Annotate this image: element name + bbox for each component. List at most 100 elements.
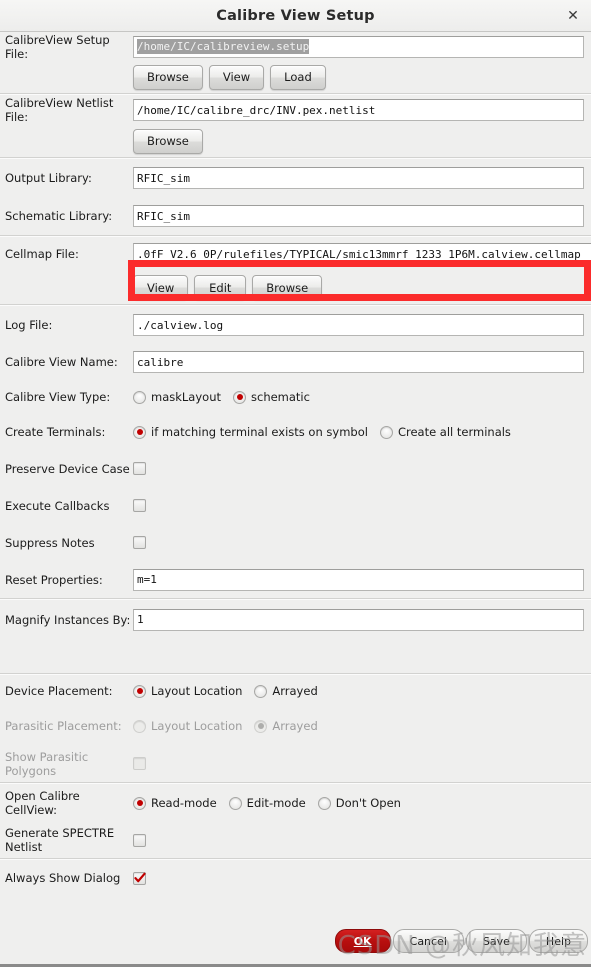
row-magnify-instances: Magnify Instances By: 1: [0, 600, 591, 639]
suppress-notes-checkbox[interactable]: [133, 536, 146, 549]
setup-load-button[interactable]: Load: [270, 64, 326, 90]
label-show-parasitic-polygons: Show Parasitic Polygons: [5, 749, 89, 778]
radio-parasitic-layout-location: Layout Location: [133, 719, 242, 733]
save-button[interactable]: Save: [465, 929, 527, 953]
radio-edit-mode[interactable]: Edit-mode: [228, 796, 306, 810]
log-file-value: ./calview.log: [137, 318, 224, 332]
ok-button[interactable]: OK: [334, 929, 391, 953]
label-open-cellview: Open Calibre CellView:: [5, 789, 80, 817]
row-log-file: Log File: ./calview.log: [0, 306, 591, 344]
label-always-show-dialog: Always Show Dialog: [5, 871, 121, 885]
radio-dont-open[interactable]: Don't Open: [317, 796, 401, 810]
title-bar: Calibre View Setup ✕: [0, 0, 591, 32]
radio-label: Arrayed: [272, 684, 318, 698]
view-name-input[interactable]: calibre: [133, 351, 584, 373]
radio-masklayout[interactable]: maskLayout: [133, 390, 221, 404]
cellmap-view-button[interactable]: View: [133, 275, 189, 300]
row-cellmap-file: Cellmap File: .0fF_V2.6_0P/rulefiles/TYP…: [0, 237, 591, 271]
row-netlist-file: CalibreView Netlist File: /home/IC/calib…: [0, 95, 591, 125]
save-button-label: Save: [482, 934, 510, 948]
gap: [0, 639, 591, 673]
row-view-type: Calibre View Type: maskLayout schematic: [0, 380, 591, 414]
label-cellmap-file: Cellmap File:: [5, 247, 79, 261]
row-preserve-device-case: Preserve Device Case: [0, 450, 591, 487]
execute-callbacks-checkbox[interactable]: [133, 499, 146, 512]
check-icon: [133, 872, 146, 884]
radio-label: schematic: [251, 390, 310, 404]
generate-spectre-checkbox[interactable]: [133, 833, 146, 847]
radio-icon: [379, 425, 393, 439]
radio-icon: [133, 684, 146, 698]
radio-label: Arrayed: [272, 719, 318, 733]
help-button[interactable]: Help: [528, 929, 588, 953]
radio-icon: [317, 796, 331, 810]
radio-create-all-terminals[interactable]: Create all terminals: [379, 425, 511, 439]
schematic-library-value: RFIC_sim: [137, 209, 190, 223]
netlist-file-value: /home/IC/calibre_drc/INV.pex.netlist: [137, 103, 376, 117]
radio-icon: [228, 796, 242, 810]
label-generate-spectre: Generate SPECTRE Netlist: [5, 826, 115, 854]
label-execute-callbacks: Execute Callbacks: [5, 498, 110, 513]
label-reset-properties: Reset Properties:: [5, 572, 103, 587]
label-suppress-notes: Suppress Notes: [5, 535, 95, 550]
output-library-input[interactable]: RFIC_sim: [133, 167, 584, 189]
label-setup-file: CalibreView Setup File:: [5, 32, 110, 61]
row-setup-file: CalibreView Setup File: /home/IC/calibre…: [0, 32, 591, 61]
page-title: Calibre View Setup: [216, 7, 375, 24]
row-suppress-notes: Suppress Notes: [0, 524, 591, 561]
cellmap-file-input[interactable]: .0fF_V2.6_0P/rulefiles/TYPICAL/smic13mmr…: [133, 243, 591, 265]
preserve-device-case-checkbox[interactable]: [133, 462, 146, 475]
label-preserve-device-case: Preserve Device Case: [5, 461, 130, 476]
radio-icon: [133, 390, 146, 404]
schematic-library-input[interactable]: RFIC_sim: [133, 205, 584, 227]
magnify-instances-value: 1: [137, 613, 144, 626]
calibre-view-setup-dialog: Calibre View Setup ✕ CalibreView Setup F…: [0, 0, 591, 967]
row-netlist-buttons: Browse: [0, 125, 591, 157]
row-reset-properties: Reset Properties: m=1: [0, 561, 591, 598]
label-view-type: Calibre View Type:: [5, 390, 111, 404]
reset-properties-input[interactable]: m=1: [133, 568, 584, 591]
help-button-label: Help: [545, 934, 571, 948]
cellmap-browse-button[interactable]: Browse: [252, 275, 323, 300]
log-file-input[interactable]: ./calview.log: [133, 314, 584, 336]
radio-device-layout-location[interactable]: Layout Location: [133, 684, 242, 698]
label-magnify-instances: Magnify Instances By:: [5, 612, 131, 627]
output-library-value: RFIC_sim: [137, 171, 190, 185]
radio-if-matching-terminal[interactable]: if matching terminal exists on symbol: [133, 425, 368, 439]
row-output-library: Output Library: RFIC_sim: [0, 159, 591, 197]
setup-file-input[interactable]: /home/IC/calibreview.setup: [133, 35, 584, 58]
close-icon[interactable]: ✕: [564, 7, 582, 25]
row-open-cellview: Open Calibre CellView: Read-mode Edit-mo…: [0, 784, 591, 822]
radio-icon: [233, 390, 246, 404]
row-schematic-library: Schematic Library: RFIC_sim: [0, 197, 591, 235]
netlist-file-input[interactable]: /home/IC/calibre_drc/INV.pex.netlist: [133, 99, 584, 121]
setup-view-button[interactable]: View: [208, 64, 265, 90]
radio-icon: [254, 684, 268, 698]
row-create-terminals: Create Terminals: if matching terminal e…: [0, 414, 591, 450]
row-show-parasitic-polygons: Show Parasitic Polygons: [0, 745, 591, 782]
row-view-name: Calibre View Name: calibre: [0, 344, 591, 380]
cellmap-edit-button[interactable]: Edit: [194, 275, 247, 300]
always-show-dialog-checkbox[interactable]: [133, 871, 146, 885]
label-schematic-library: Schematic Library:: [5, 209, 113, 223]
cancel-button[interactable]: Cancel: [392, 929, 464, 953]
radio-label: Edit-mode: [246, 796, 306, 810]
radio-label: Don't Open: [335, 796, 401, 810]
radio-label: Read-mode: [151, 796, 217, 810]
radio-label: Layout Location: [151, 719, 243, 733]
cellmap-file-value: .0fF_V2.6_0P/rulefiles/TYPICAL/smic13mmr…: [137, 247, 581, 261]
radio-schematic[interactable]: schematic: [233, 390, 310, 404]
label-output-library: Output Library:: [5, 171, 92, 185]
netlist-browse-button[interactable]: Browse: [133, 128, 203, 154]
setup-browse-button[interactable]: Browse: [133, 64, 203, 90]
radio-label: Layout Location: [151, 684, 243, 698]
radio-icon: [254, 719, 268, 733]
radio-read-mode[interactable]: Read-mode: [133, 796, 217, 810]
show-parasitic-polygons-checkbox: [133, 757, 146, 770]
radio-parasitic-arrayed: Arrayed: [254, 719, 318, 733]
magnify-instances-input[interactable]: 1: [133, 608, 584, 631]
radio-label: maskLayout: [151, 390, 221, 404]
label-log-file: Log File:: [5, 318, 53, 332]
radio-device-arrayed[interactable]: Arrayed: [254, 684, 318, 698]
label-device-placement: Device Placement:: [5, 684, 113, 698]
